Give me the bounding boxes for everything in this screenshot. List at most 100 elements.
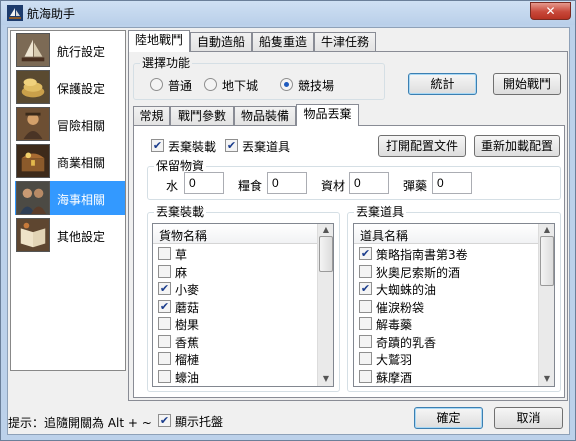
list-item[interactable]: ✔ 大蜘蛛的油 (354, 280, 538, 298)
sidebar: 航行設定 保護設定 冒險相關 商業相關 海事相關 其他設定 (10, 30, 126, 371)
list-item-checkbox[interactable] (158, 352, 171, 365)
window-title: 航海助手 (27, 7, 76, 21)
open-config-button[interactable]: 打開配置文件 (378, 135, 466, 157)
stats-button[interactable]: 統計 (408, 73, 477, 95)
ammo-label: 彈藥 (403, 179, 428, 193)
list-item-checkbox[interactable] (158, 334, 171, 348)
tab-land-battle[interactable]: 陸地戰鬥 (128, 30, 190, 52)
tab-oxford-quest[interactable]: 牛津任務 (314, 32, 376, 52)
list-item-checkbox[interactable]: ✔ (359, 282, 372, 295)
client-area: 航行設定 保護設定 冒險相關 商業相關 海事相關 其他設定 陸地戰鬥 自動造船 … (7, 27, 570, 435)
cancel-button[interactable]: 取消 (494, 407, 563, 429)
item-discard-title: 丟棄道具 (354, 205, 407, 219)
close-button[interactable]: ✕ (530, 2, 571, 20)
list-item[interactable]: 狄奧尼索斯的酒 (354, 263, 538, 281)
sidebar-item-other[interactable]: 其他設定 (15, 218, 125, 252)
list-item[interactable]: 大鷲羽 (354, 350, 538, 368)
list-item[interactable]: 草 (153, 245, 317, 263)
sidebar-item-maritime[interactable]: 海事相關 (15, 181, 125, 215)
list-item-label: 榴槤 (175, 353, 200, 367)
list-item-label: 蘇摩酒 (376, 370, 413, 385)
start-battle-button[interactable]: 開始戰鬥 (493, 73, 561, 95)
tab-auto-shipbuilding[interactable]: 自動造船 (190, 32, 252, 52)
radio-arena-label: 競技場 (298, 79, 335, 93)
list-item[interactable]: ✔ 策略指南書第3卷 (354, 245, 538, 263)
sidebar-item-sailing[interactable]: 航行設定 (15, 33, 125, 67)
radio-arena[interactable] (280, 78, 293, 91)
sidebar-item-protection[interactable]: 保護設定 (15, 70, 125, 104)
sidebar-item-commerce[interactable]: 商業相關 (15, 144, 125, 178)
list-item-checkbox[interactable] (359, 334, 372, 348)
radio-dungeon[interactable] (204, 78, 217, 91)
list-item-label: 大蜘蛛的油 (376, 283, 437, 297)
equip-list-scrollbar[interactable]: ▲ ▼ (317, 224, 333, 386)
list-item-checkbox[interactable]: ✔ (359, 247, 372, 260)
list-item-checkbox[interactable] (158, 317, 171, 330)
list-item[interactable]: 蘇摩酒 (354, 368, 538, 386)
item-list-header[interactable]: 道具名稱 (354, 224, 538, 244)
discard-items-checkbox[interactable]: ✔ (225, 139, 238, 152)
list-item-checkbox[interactable] (158, 247, 171, 260)
list-item-checkbox[interactable] (359, 369, 372, 383)
list-item-checkbox[interactable] (359, 264, 372, 278)
scroll-thumb[interactable] (319, 236, 333, 272)
tab-item-discard[interactable]: 物品丟棄 (296, 104, 359, 126)
scroll-down-icon[interactable]: ▼ (541, 374, 553, 384)
radio-normal[interactable] (150, 78, 163, 91)
list-item[interactable]: ✔ 小麥 (153, 280, 317, 298)
list-item-label: 蘑菇 (175, 300, 200, 315)
list-item-checkbox[interactable]: ✔ (158, 299, 171, 313)
list-item-checkbox[interactable] (158, 264, 171, 278)
tab-general[interactable]: 常規 (133, 106, 170, 126)
list-item[interactable]: 蠔油 (153, 368, 317, 386)
reserve-group-title: 保留物資 (154, 159, 207, 173)
list-item[interactable]: 香蕉 (153, 333, 317, 351)
materials-input[interactable] (349, 172, 389, 194)
tab-battle-params[interactable]: 戰鬥參數 (170, 106, 234, 126)
ammo-input[interactable] (432, 172, 472, 194)
list-item-checkbox[interactable] (359, 299, 372, 313)
reload-config-button[interactable]: 重新加載配置 (474, 135, 560, 157)
sidebar-item-adventure[interactable]: 冒險相關 (15, 107, 125, 141)
equip-discard-group: 丟棄裝載 貨物名稱 草麻 ✔ 小麥 ✔ 蘑菇 樹果 香蕉 榴槤 蠔油 ▲ ▼ (147, 205, 340, 392)
scroll-thumb[interactable] (540, 236, 554, 286)
list-item-checkbox[interactable] (359, 317, 372, 330)
list-item-label: 麻 (175, 265, 188, 280)
list-item[interactable]: ✔ 蘑菇 (153, 298, 317, 316)
list-item-checkbox[interactable] (359, 352, 372, 365)
show-tray-checkbox[interactable]: ✔ (158, 414, 171, 427)
function-group-title: 選擇功能 (140, 56, 193, 70)
main-tab-panel: 選擇功能 普通 地下城 競技場 統計 開始戰鬥 常規 戰鬥參數 物品裝備 物品丟… (128, 51, 568, 401)
discard-items-label: 丟棄道具 (242, 140, 291, 154)
list-item-label: 解毒藥 (376, 318, 413, 332)
equip-list-header[interactable]: 貨物名稱 (153, 224, 317, 244)
radio-normal-label: 普通 (168, 79, 193, 93)
list-item[interactable]: 榴槤 (153, 350, 317, 368)
title-bar[interactable]: 航海助手 ✕ (1, 1, 575, 25)
list-item[interactable]: 樹果 (153, 315, 317, 333)
scroll-up-icon[interactable]: ▲ (541, 225, 553, 235)
list-item[interactable]: 麻 (153, 263, 317, 281)
food-input[interactable] (267, 172, 307, 194)
ok-button[interactable]: 確定 (414, 407, 483, 429)
list-item[interactable]: 催淚粉袋 (354, 298, 538, 316)
sidebar-item-label: 其他設定 (57, 230, 106, 244)
item-list-scrollbar[interactable]: ▲ ▼ (538, 224, 554, 386)
scroll-up-icon[interactable]: ▲ (320, 225, 332, 235)
ship-icon (16, 33, 50, 67)
list-item[interactable]: 奇蹟的乳香 (354, 333, 538, 351)
list-item-checkbox[interactable] (158, 369, 171, 383)
item-listview[interactable]: 道具名稱 ✔ 策略指南書第3卷 狄奧尼索斯的酒 ✔ 大蜘蛛的油 催淚粉袋 解毒藥 奇蹟的乳香大… (353, 223, 555, 387)
equip-listview[interactable]: 貨物名稱 草麻 ✔ 小麥 ✔ 蘑菇樹果 香蕉榴槤 蠔油 ▲ ▼ (152, 223, 334, 387)
discard-equipment-checkbox[interactable]: ✔ (151, 139, 164, 152)
scroll-down-icon[interactable]: ▼ (320, 374, 332, 384)
list-item-label: 小麥 (175, 283, 200, 297)
tab-item-equip[interactable]: 物品裝備 (234, 106, 296, 126)
water-input[interactable] (184, 172, 224, 194)
list-item-label: 樹果 (175, 318, 200, 332)
app-window: 航海助手 ✕ 航行設定 保護設定 冒險相關 商業相關 海事相關 其他設定 陸地戰… (0, 0, 576, 441)
list-item-checkbox[interactable]: ✔ (158, 282, 171, 295)
sidebar-item-label: 冒險相關 (57, 119, 106, 133)
list-item[interactable]: 解毒藥 (354, 315, 538, 333)
tab-ship-rebuild[interactable]: 船隻重造 (252, 32, 314, 52)
